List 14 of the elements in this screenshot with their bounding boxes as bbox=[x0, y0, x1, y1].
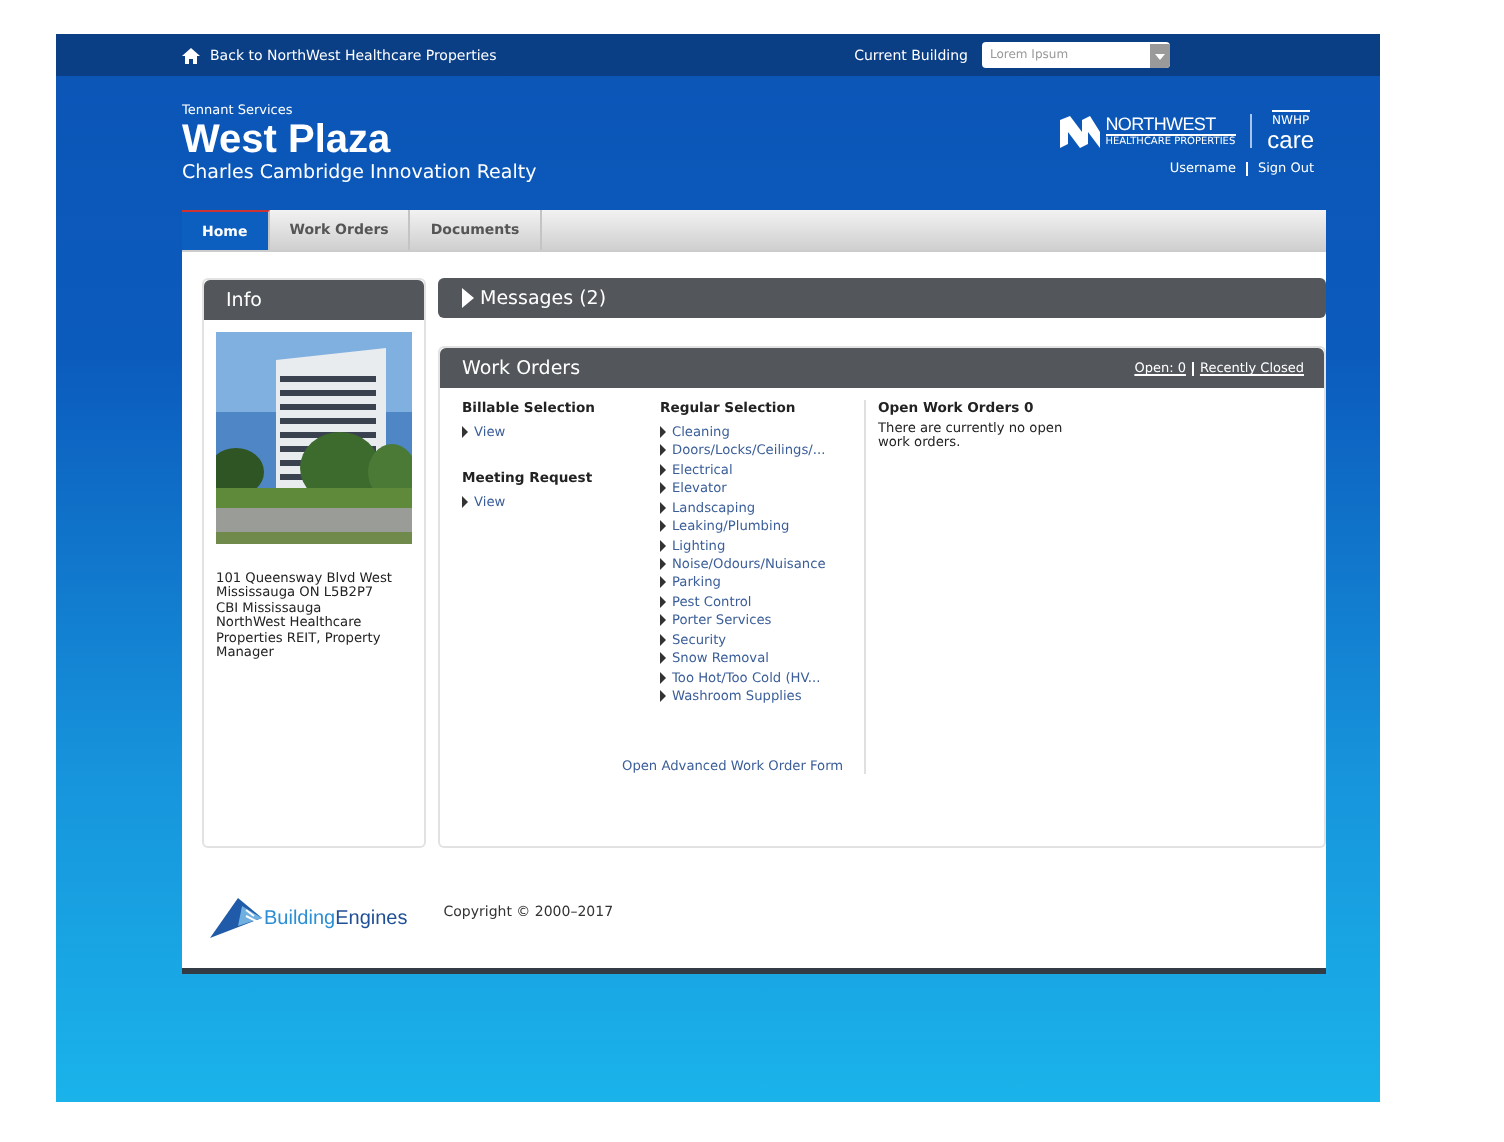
logo-mark-icon bbox=[210, 898, 262, 938]
logo-text: care bbox=[1267, 128, 1314, 152]
logo-mark-icon bbox=[1059, 115, 1100, 147]
panel-title: Work Orders bbox=[462, 357, 581, 379]
messages-title: Messages (2) bbox=[480, 287, 607, 309]
logo-text: BuildingEngines bbox=[264, 907, 408, 929]
panel-header: Info bbox=[204, 280, 424, 320]
caret-icon bbox=[462, 496, 468, 508]
home-icon bbox=[182, 47, 200, 63]
messages-header[interactable]: Messages (2) bbox=[438, 278, 1326, 318]
logo-text: NORTHWEST bbox=[1105, 114, 1236, 136]
site-title: West Plaza bbox=[182, 118, 393, 162]
caret-icon bbox=[462, 426, 468, 438]
site-subtitle: Charles Cambridge Innovation Realty bbox=[182, 162, 537, 184]
